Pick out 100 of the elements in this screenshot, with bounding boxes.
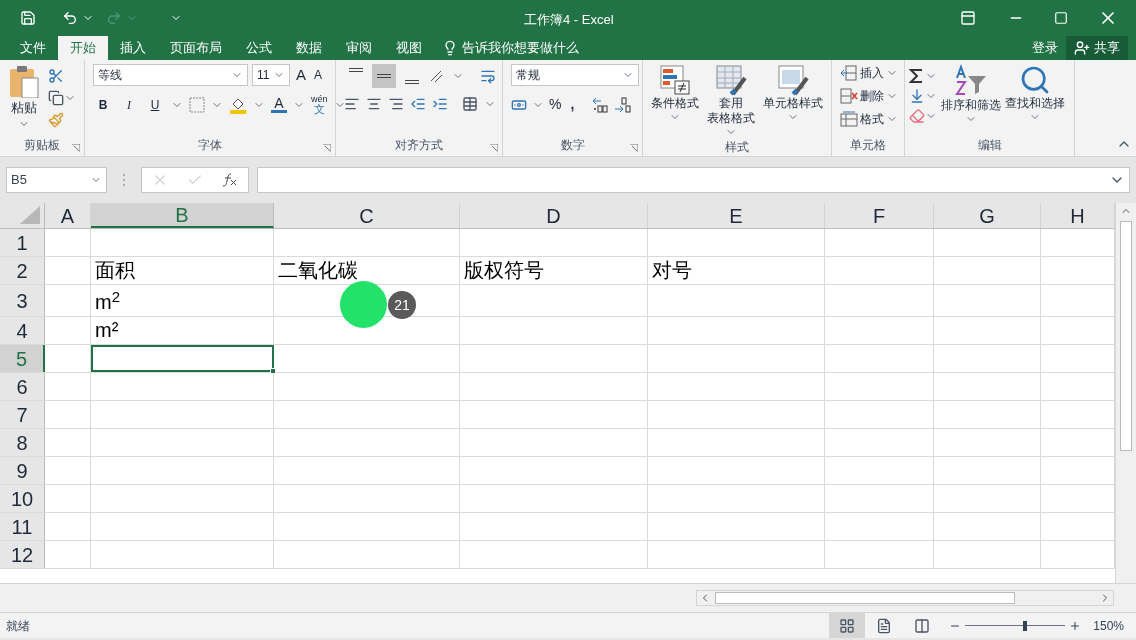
zoom-level[interactable]: 150% xyxy=(1093,616,1124,635)
cells-menu-button[interactable]: 删除 xyxy=(840,87,898,105)
styles-button[interactable]: 单元格样式 xyxy=(763,64,823,138)
editing-button[interactable]: 排序和筛选 xyxy=(941,64,1001,136)
ribbon-tab[interactable]: 公式 xyxy=(234,36,284,60)
format-as-table-icon xyxy=(715,64,747,96)
cells-menu-button[interactable]: 格式 xyxy=(840,110,898,128)
cells-menu-button[interactable]: 插入 xyxy=(840,64,898,82)
scrollbar-thumb[interactable] xyxy=(715,592,1015,604)
row-header[interactable]: 9 xyxy=(0,457,45,484)
align-right-icon[interactable] xyxy=(388,96,404,112)
splitter-icon[interactable] xyxy=(121,173,127,187)
phonetic-button[interactable]: wén 文 xyxy=(311,94,328,115)
format-painter-icon[interactable] xyxy=(48,112,64,128)
align-center-icon[interactable] xyxy=(366,96,382,112)
row-header[interactable]: 5 xyxy=(0,345,45,372)
page-break-icon[interactable] xyxy=(914,617,931,634)
increase-decimal-icon[interactable] xyxy=(591,96,610,113)
tell-me-field[interactable]: 告诉我你想要做什么 xyxy=(462,38,579,58)
row-header[interactable]: 10 xyxy=(0,485,45,512)
shrink-font-button[interactable]: A xyxy=(312,66,325,85)
row-header[interactable]: 1 xyxy=(0,229,45,256)
scrollbar-thumb[interactable] xyxy=(1120,221,1132,451)
name-box[interactable]: B5 xyxy=(6,167,107,193)
editing-button[interactable]: 查找和选择 xyxy=(1005,64,1065,136)
row-header[interactable]: 3 xyxy=(0,285,45,316)
cell-text: 版权符号 xyxy=(464,258,544,283)
borders-icon[interactable] xyxy=(189,96,205,113)
ribbon-display-options-icon[interactable] xyxy=(960,10,976,26)
vertical-align-button[interactable] xyxy=(372,64,396,88)
column-header[interactable]: B xyxy=(91,203,274,228)
merge-center-icon[interactable] xyxy=(462,96,478,112)
insert-function-icon[interactable] xyxy=(222,173,239,187)
share-button[interactable]: 共享 xyxy=(1066,36,1128,60)
decrease-decimal-icon[interactable] xyxy=(614,96,633,113)
number-format-dropdown[interactable]: 常规 xyxy=(511,64,639,86)
row-header[interactable]: 2 xyxy=(0,257,45,284)
ribbon-tab[interactable]: 审阅 xyxy=(334,36,384,60)
ribbon-tab[interactable]: 数据 xyxy=(284,36,334,60)
sort-filter-icon xyxy=(954,64,988,98)
group-label: 数字 xyxy=(560,137,585,154)
save-icon[interactable] xyxy=(20,10,36,26)
vertical-scrollbar[interactable] xyxy=(1115,203,1136,583)
decrease-indent-icon[interactable] xyxy=(410,96,426,112)
search-icon xyxy=(1019,64,1051,96)
dialog-launcher-icon[interactable] xyxy=(323,144,331,152)
copy-icon[interactable] xyxy=(48,90,64,106)
percent-button[interactable]: % xyxy=(549,94,562,115)
eraser-icon[interactable] xyxy=(909,108,925,124)
font-color-button[interactable]: A xyxy=(271,96,287,113)
font-name-dropdown[interactable]: 等线 xyxy=(93,64,248,87)
dialog-launcher-icon[interactable] xyxy=(72,144,80,152)
underline-button[interactable]: U xyxy=(145,95,165,114)
column-header[interactable]: C xyxy=(274,203,460,228)
zoom-slider[interactable] xyxy=(965,620,1066,631)
zoom-in-icon[interactable] xyxy=(1069,619,1082,632)
fill-down-icon[interactable] xyxy=(909,88,925,104)
clipboard-icon xyxy=(8,64,40,98)
group-label: 剪贴板 xyxy=(24,137,60,154)
row-header[interactable]: 4 xyxy=(0,317,45,344)
horizontal-scrollbar[interactable] xyxy=(696,590,1114,606)
align-left-icon[interactable] xyxy=(344,96,360,112)
sum-icon[interactable] xyxy=(909,68,925,84)
group-label: 字体 xyxy=(198,137,222,154)
formula-input[interactable] xyxy=(257,167,1130,193)
row-header[interactable]: 6 xyxy=(0,373,45,400)
row-header[interactable]: 7 xyxy=(0,401,45,428)
group-label: 编辑 xyxy=(977,137,1002,154)
row-header[interactable]: 8 xyxy=(0,429,45,456)
dialog-launcher-icon[interactable] xyxy=(630,144,638,152)
increase-indent-icon[interactable] xyxy=(432,96,448,112)
ribbon-tab[interactable]: 开始 xyxy=(58,36,108,60)
comma-button[interactable]: , xyxy=(566,94,579,115)
column-header[interactable]: G xyxy=(934,203,1041,228)
styles-button[interactable]: 条件格式 xyxy=(651,64,699,138)
ribbon-tab[interactable]: 视图 xyxy=(384,36,434,60)
zoom-thumb[interactable] xyxy=(1023,620,1028,631)
cut-icon[interactable] xyxy=(48,68,64,84)
ribbon-tab[interactable]: 文件 xyxy=(8,36,58,60)
sign-in-link[interactable]: 登录 xyxy=(1032,38,1058,58)
italic-button[interactable]: I xyxy=(119,95,139,114)
page-layout-icon[interactable] xyxy=(876,617,893,634)
row-header[interactable]: 12 xyxy=(0,541,45,568)
wrap-text-icon[interactable] xyxy=(480,68,496,84)
ribbon-tab[interactable]: 页面布局 xyxy=(158,36,234,60)
bold-button[interactable]: B xyxy=(93,95,113,114)
normal-view-button[interactable] xyxy=(829,613,866,638)
paste-button[interactable]: 粘贴 xyxy=(4,64,44,136)
column-header[interactable]: F xyxy=(825,203,934,228)
undo-icon[interactable] xyxy=(62,10,78,26)
fill-handle[interactable] xyxy=(270,368,276,374)
maximize-icon[interactable] xyxy=(1054,11,1068,25)
column-header[interactable]: D xyxy=(460,203,648,228)
row-header[interactable]: 11 xyxy=(0,513,45,540)
column-header[interactable]: E xyxy=(648,203,825,228)
styles-button[interactable]: 套用 表格格式 xyxy=(707,64,755,138)
ribbon-tab[interactable]: 插入 xyxy=(108,36,158,60)
grow-font-button[interactable]: A xyxy=(294,64,308,87)
font-size-dropdown[interactable]: 11 xyxy=(252,64,290,87)
dialog-launcher-icon[interactable] xyxy=(490,144,498,152)
